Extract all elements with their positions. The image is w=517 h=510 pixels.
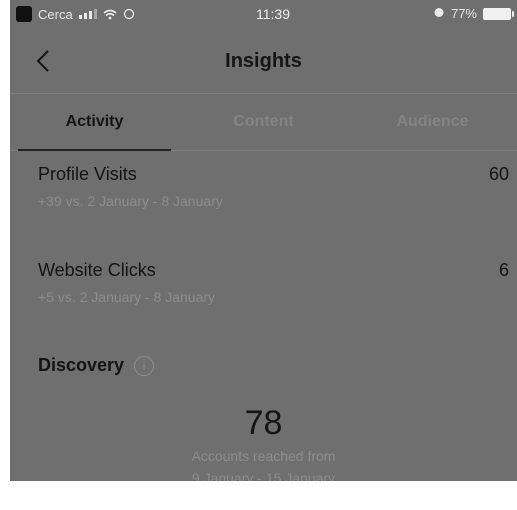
reach-value: 78 (244, 404, 283, 442)
metric-change: +39 vs. 2 January - 8 January (38, 193, 223, 209)
tab-audience[interactable]: Audience (348, 94, 517, 150)
insights-screen: Cerca 11:39 77% Insights Activity Conten… (10, 0, 517, 481)
reach-description-line2: 9 January - 15 January (191, 470, 336, 481)
metric-value: 6 (498, 260, 509, 280)
insights-tabs: Activity Content Audience (10, 93, 517, 151)
status-left: Cerca (16, 6, 135, 22)
metric-change: +5 vs. 2 January - 8 January (38, 289, 216, 305)
battery-icon (483, 7, 514, 20)
metric-website-clicks[interactable]: Website Clicks 6 +5 vs. 2 January - 8 Ja… (38, 260, 509, 305)
back-to-app-icon[interactable] (16, 6, 32, 22)
accounts-reached: 78 Accounts reached from 9 January - 15 … (10, 404, 517, 481)
discovery-header: Discovery i (38, 355, 155, 376)
status-right: 77% (433, 6, 514, 21)
info-icon[interactable]: i (134, 355, 155, 376)
metric-label: Website Clicks (38, 260, 156, 280)
metric-value: 60 (488, 164, 509, 184)
navigation-bar: Insights (10, 42, 517, 82)
battery-percent: 77% (450, 6, 477, 21)
section-title: Discovery (38, 355, 125, 375)
metric-profile-visits[interactable]: Profile Visits 60 +39 vs. 2 January - 8 … (38, 164, 509, 209)
tab-content[interactable]: Content (179, 94, 348, 150)
tab-activity[interactable]: Activity (10, 94, 179, 151)
metric-label: Profile Visits (38, 164, 137, 184)
carrier-label: Cerca (38, 6, 73, 22)
status-time: 11:39 (256, 6, 290, 22)
signal-icon (78, 9, 97, 19)
alarm-icon (433, 6, 445, 21)
rotation-lock-icon (123, 8, 135, 20)
wifi-icon (103, 9, 117, 20)
page-title: Insights (225, 50, 302, 72)
reach-description-line1: Accounts reached from (191, 448, 336, 464)
status-bar: Cerca 11:39 77% (10, 0, 517, 30)
